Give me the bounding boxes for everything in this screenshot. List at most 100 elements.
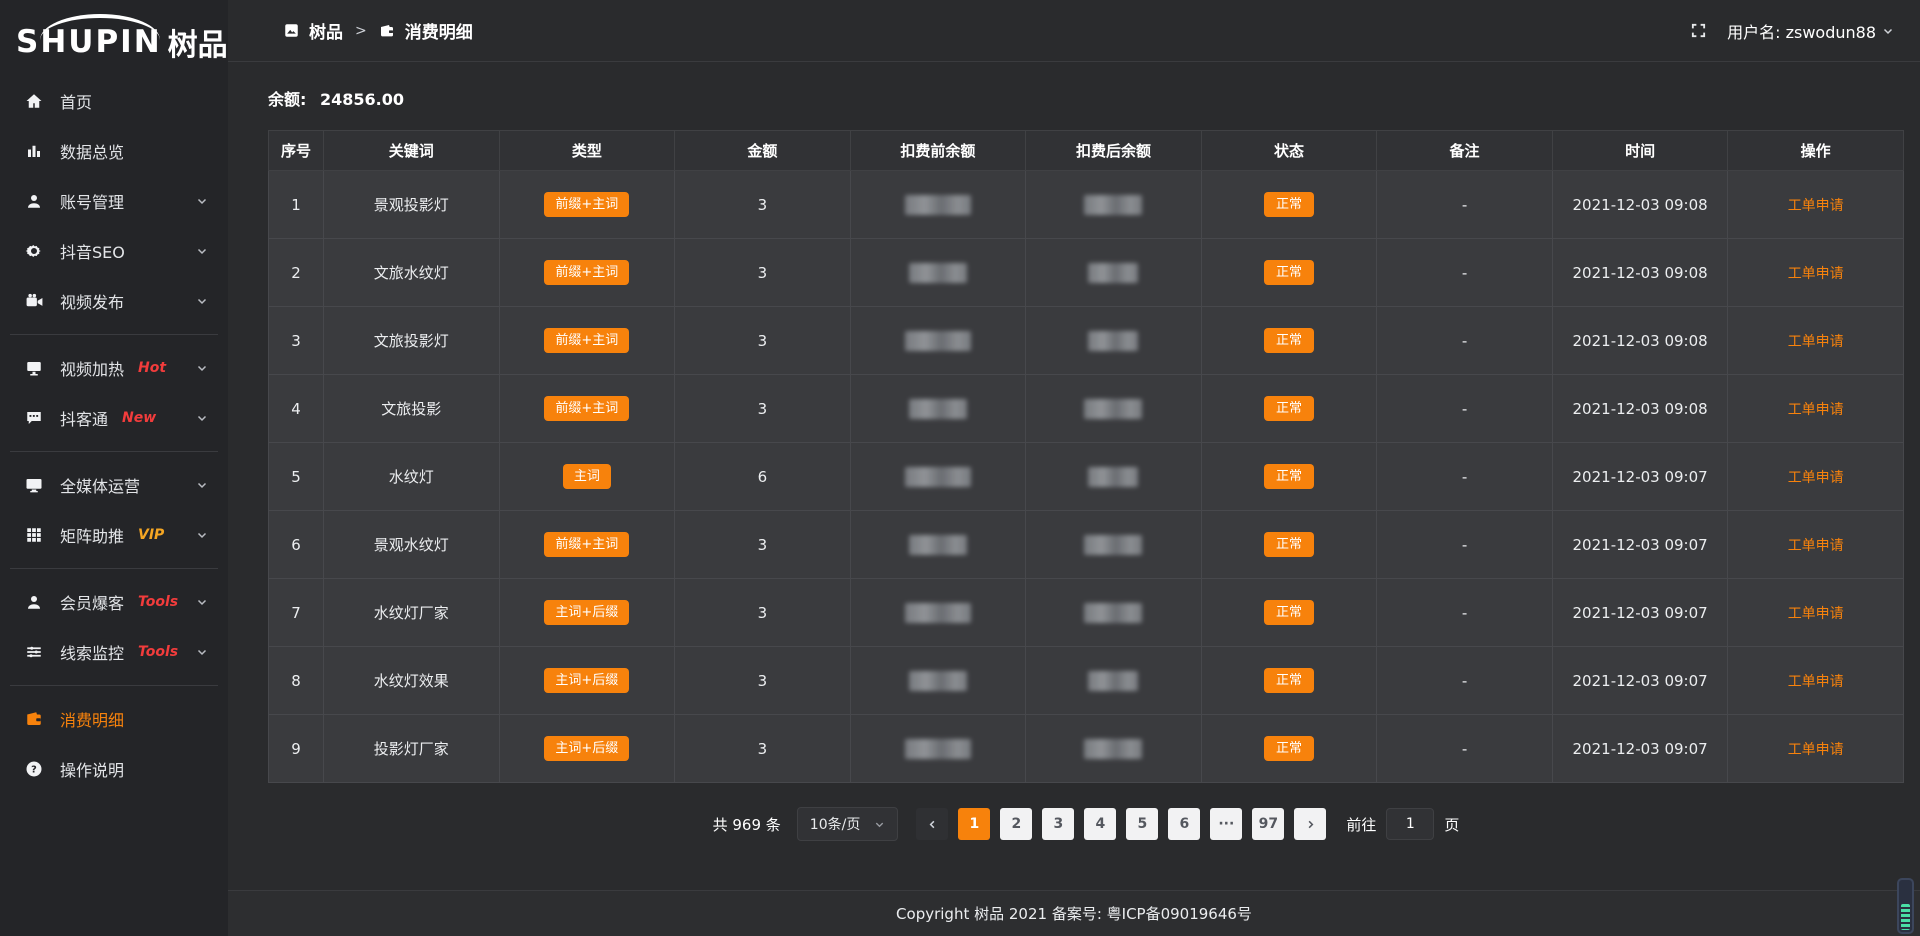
cell-note: - [1377, 307, 1553, 375]
page-button-6[interactable]: 6 [1168, 808, 1200, 840]
type-badge: 主词+后缀 [544, 736, 629, 762]
goto-page-input[interactable] [1386, 808, 1434, 840]
pagination: 共 969 条 10条/页 1 2 3 4 5 6 ··· 97 前往 页 [268, 807, 1904, 841]
cell-amount: 3 [675, 511, 851, 579]
chevron-down-icon [196, 596, 208, 608]
cell-note: - [1377, 443, 1553, 511]
page-button-5[interactable]: 5 [1126, 808, 1158, 840]
sidebar-item-douketong[interactable]: 抖客通 New [0, 393, 228, 443]
status-badge: 正常 [1264, 396, 1314, 422]
ticket-apply-link[interactable]: 工单申请 [1788, 266, 1844, 282]
page-button-2[interactable]: 2 [1000, 808, 1032, 840]
redacted-balance-after [1084, 603, 1142, 623]
top-bar: 树品 > 消费明细 用户名: zswodun88 [228, 0, 1920, 62]
table-header-row: 序号 关键词 类型 金额 扣费前余额 扣费后余额 状态 备注 时间 操作 [269, 131, 1904, 171]
redacted-balance-before [909, 263, 967, 283]
table-row: 4 文旅投影 前缀+主词 3 正常 - 2021-12-03 09:08 工单申… [269, 375, 1904, 443]
cell-time: 2021-12-03 09:07 [1552, 511, 1728, 579]
page-button-1[interactable]: 1 [958, 808, 990, 840]
fullscreen-icon[interactable] [1690, 22, 1707, 39]
ticket-apply-link[interactable]: 工单申请 [1788, 674, 1844, 690]
type-badge: 主词 [563, 464, 611, 490]
next-page-button[interactable] [1294, 808, 1326, 840]
page-button-97[interactable]: 97 [1252, 808, 1284, 840]
cell-no: 7 [269, 579, 324, 647]
col-header-note: 备注 [1377, 131, 1553, 171]
logo-arc-decoration [40, 14, 160, 40]
app-icon [284, 23, 299, 38]
cell-no: 4 [269, 375, 324, 443]
page-ellipsis-button[interactable]: ··· [1210, 808, 1242, 840]
page-size-select[interactable]: 10条/页 [797, 807, 899, 841]
cell-amount: 3 [675, 647, 851, 715]
cell-keyword: 水纹灯厂家 [324, 579, 500, 647]
chevron-down-icon [196, 195, 208, 207]
sidebar-item-data-overview[interactable]: 数据总览 [0, 126, 228, 176]
cell-amount: 3 [675, 715, 851, 783]
sidebar-item-douyin-seo[interactable]: 抖音SEO [0, 226, 228, 276]
sidebar-divider [10, 334, 218, 335]
svg-text:?: ? [31, 764, 37, 775]
ticket-apply-link[interactable]: 工单申请 [1788, 198, 1844, 214]
copyright-text: Copyright 树品 2021 备案号: 粤ICP备09019646号 [896, 903, 1252, 924]
top-bar-right: 用户名: zswodun88 [1690, 19, 1894, 43]
sidebar-item-lead-monitor[interactable]: 线索监控 Tools [0, 627, 228, 677]
cell-keyword: 文旅投影灯 [324, 307, 500, 375]
col-header-amount: 金额 [675, 131, 851, 171]
ticket-apply-link[interactable]: 工单申请 [1788, 334, 1844, 350]
redacted-balance-before [905, 467, 971, 487]
cell-amount: 6 [675, 443, 851, 511]
sidebar-item-video-heat[interactable]: 视频加热 Hot [0, 343, 228, 393]
chevron-down-icon [196, 362, 208, 374]
prev-page-button[interactable] [916, 808, 948, 840]
sidebar-item-label: 抖音SEO [60, 239, 125, 263]
balance-label: 余额: [268, 90, 306, 109]
ticket-apply-link[interactable]: 工单申请 [1788, 402, 1844, 418]
col-header-balance-after: 扣费后余额 [1026, 131, 1202, 171]
redacted-balance-after [1084, 195, 1142, 215]
type-badge: 前缀+主词 [544, 260, 629, 286]
cell-keyword: 文旅水纹灯 [324, 239, 500, 307]
sidebar-item-member-burst[interactable]: 会员爆客 Tools [0, 577, 228, 627]
col-header-time: 时间 [1552, 131, 1728, 171]
ticket-apply-link[interactable]: 工单申请 [1788, 470, 1844, 486]
ticket-apply-link[interactable]: 工单申请 [1788, 538, 1844, 554]
cell-no: 6 [269, 511, 324, 579]
chat-widget[interactable] [1897, 878, 1914, 934]
status-badge: 正常 [1264, 736, 1314, 762]
sidebar-divider [10, 568, 218, 569]
redacted-balance-after [1088, 467, 1138, 487]
sidebar-item-video-publish[interactable]: 视频发布 [0, 276, 228, 326]
type-badge: 前缀+主词 [544, 328, 629, 354]
sidebar-item-matrix-boost[interactable]: 矩阵助推 VIP [0, 510, 228, 560]
col-header-type: 类型 [499, 131, 675, 171]
cell-note: - [1377, 579, 1553, 647]
cell-no: 9 [269, 715, 324, 783]
type-badge: 前缀+主词 [544, 192, 629, 218]
sidebar-item-account[interactable]: 账号管理 [0, 176, 228, 226]
cell-note: - [1377, 171, 1553, 239]
sidebar-item-expense-detail[interactable]: 消费明细 [0, 694, 228, 744]
redacted-balance-before [909, 399, 967, 419]
content-area: 余额: 24856.00 序号 关键词 类型 金额 扣费前余额 扣费后余额 状态… [228, 62, 1920, 890]
sidebar-item-instructions[interactable]: ? 操作说明 [0, 744, 228, 794]
cell-keyword: 投影灯厂家 [324, 715, 500, 783]
sidebar-item-home[interactable]: 首页 [0, 76, 228, 126]
table-row: 5 水纹灯 主词 6 正常 - 2021-12-03 09:07 工单申请 [269, 443, 1904, 511]
breadcrumb-home[interactable]: 树品 [309, 18, 343, 43]
ticket-apply-link[interactable]: 工单申请 [1788, 606, 1844, 622]
status-badge: 正常 [1264, 668, 1314, 694]
status-badge: 正常 [1264, 260, 1314, 286]
redacted-balance-before [905, 739, 971, 759]
sidebar-menu: 首页 数据总览 账号管理 抖音SEO 视频发布 视频加热 Hot [0, 68, 228, 936]
ticket-apply-link[interactable]: 工单申请 [1788, 742, 1844, 758]
breadcrumb: 树品 > 消费明细 [284, 18, 473, 43]
sidebar-item-omni-media[interactable]: 全媒体运营 [0, 460, 228, 510]
page-button-4[interactable]: 4 [1084, 808, 1116, 840]
status-badge: 正常 [1264, 192, 1314, 218]
cell-note: - [1377, 715, 1553, 783]
user-menu[interactable]: 用户名: zswodun88 [1727, 19, 1894, 43]
table-row: 9 投影灯厂家 主词+后缀 3 正常 - 2021-12-03 09:07 工单… [269, 715, 1904, 783]
cell-no: 2 [269, 239, 324, 307]
page-button-3[interactable]: 3 [1042, 808, 1074, 840]
